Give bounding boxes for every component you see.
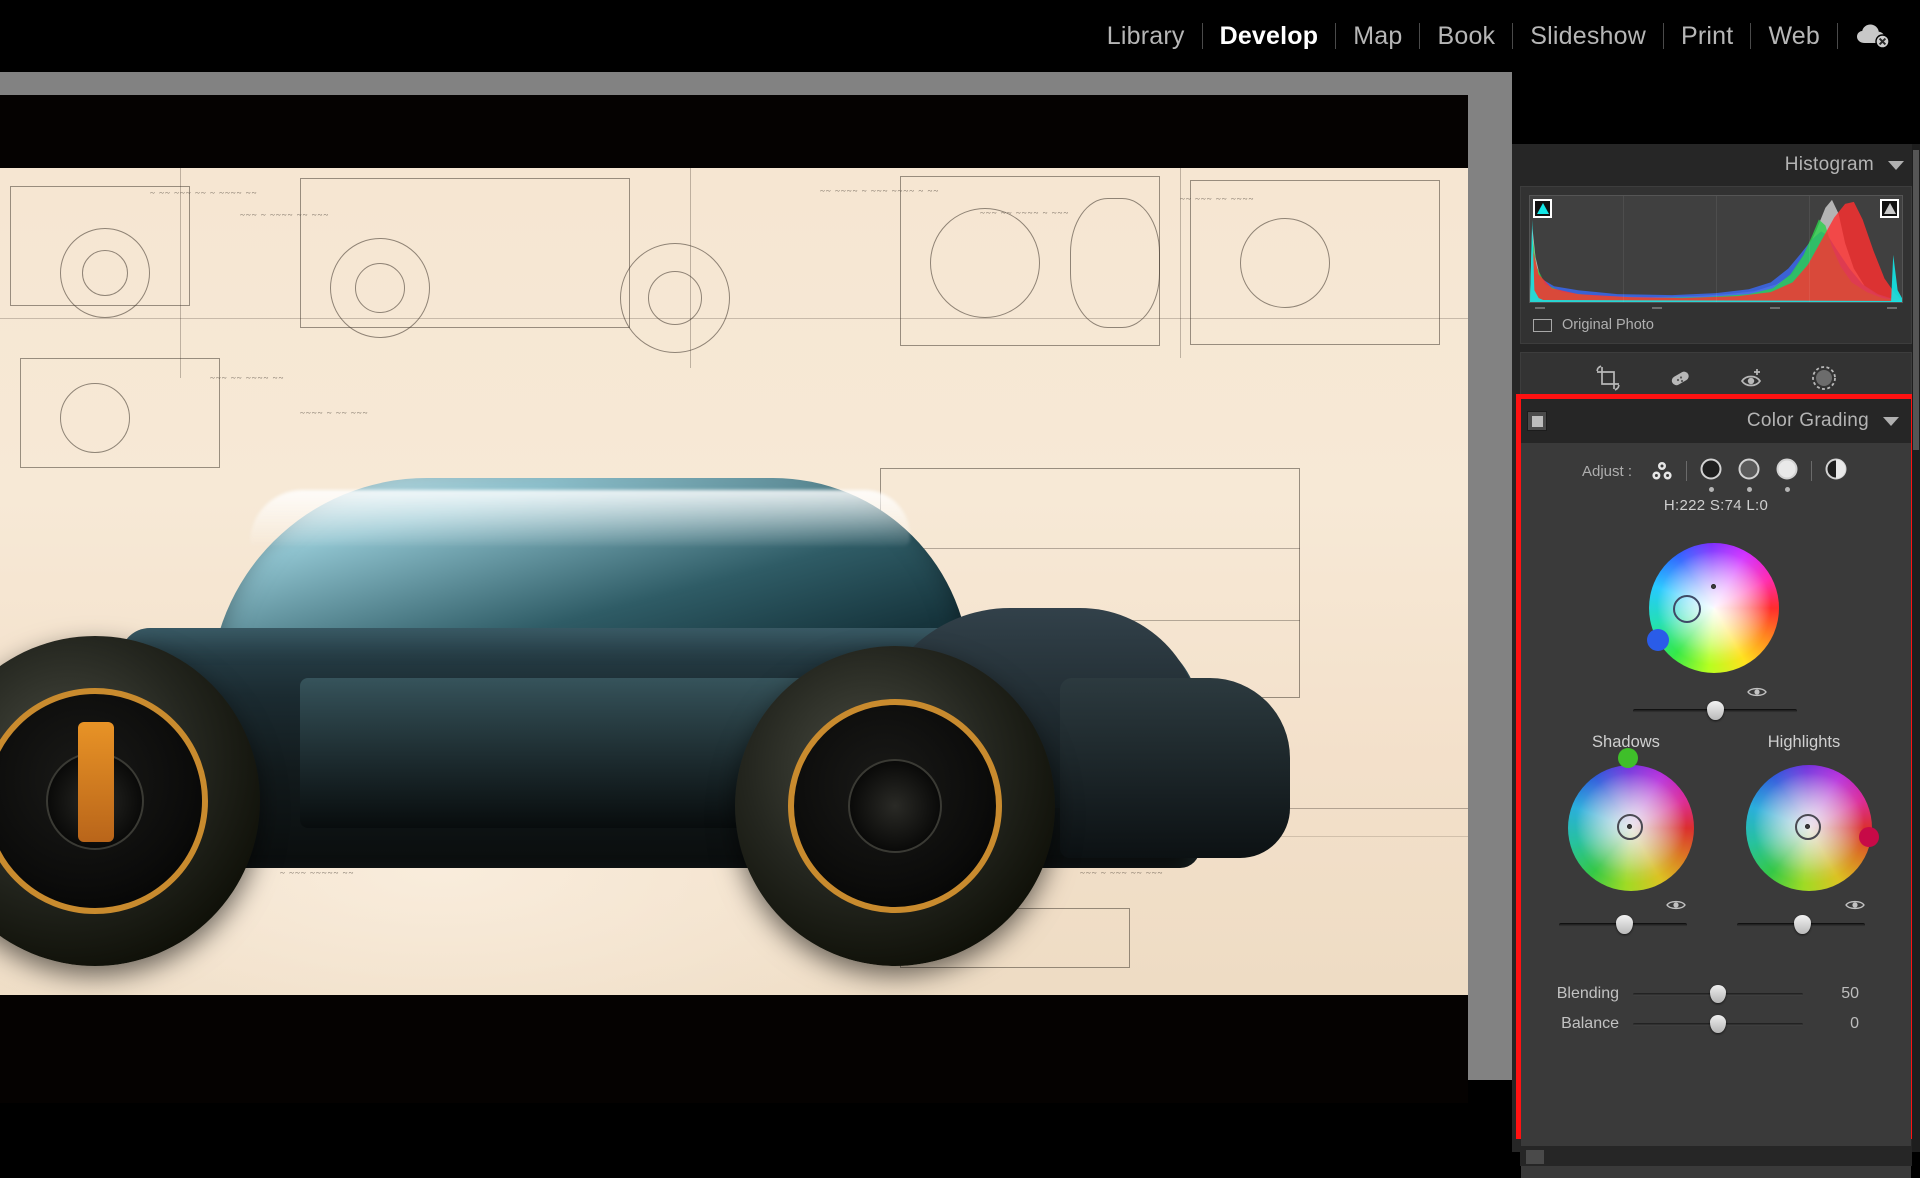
module-map[interactable]: Map xyxy=(1336,20,1419,52)
histogram-ticks xyxy=(1529,303,1903,311)
color-grading-panel-header[interactable]: Color Grading xyxy=(1521,399,1911,443)
balance-slider-knob[interactable] xyxy=(1710,1015,1726,1033)
red-eye-correction-tool[interactable] xyxy=(1737,363,1767,393)
photo-frame[interactable]: ~ ~~ ~~~ ~~ ~ ~~~~ ~~ ~~~ ~ ~~~~ ~~ ~~~ … xyxy=(0,95,1468,1103)
module-book[interactable]: Book xyxy=(1420,20,1512,52)
shadows-mode[interactable] xyxy=(1697,457,1725,492)
midtones-wheel-center xyxy=(1711,584,1716,589)
color-grading-panel-body: Adjust : H:222 S:74 L:0 Shadows Highligh… xyxy=(1521,443,1911,1178)
shadows-wheel-center xyxy=(1627,824,1632,829)
next-panel-switch[interactable] xyxy=(1526,1150,1544,1164)
next-panel-header[interactable] xyxy=(1520,1146,1912,1166)
work-area: ~ ~~ ~~~ ~~ ~ ~~~~ ~~ ~~~ ~ ~~~~ ~~ ~~~ … xyxy=(0,72,1920,1178)
mode-indicator-dot xyxy=(1784,487,1790,492)
histogram-chart[interactable] xyxy=(1529,195,1903,303)
shadows-luminance-knob[interactable] xyxy=(1616,915,1633,934)
chevron-down-icon[interactable] xyxy=(1888,160,1904,170)
histogram-tick xyxy=(1769,307,1780,309)
original-photo-label: Original Photo xyxy=(1562,317,1654,333)
blending-slider-row: Blending 50 xyxy=(1521,979,1911,1009)
histogram-tick xyxy=(1652,307,1663,309)
crop-overlay-tool[interactable] xyxy=(1593,363,1623,393)
midtones-luminance-knob[interactable] xyxy=(1707,701,1724,720)
histogram-tick xyxy=(1886,307,1897,309)
histogram-panel-body: Original Photo xyxy=(1520,186,1912,344)
color-grading-panel: Color Grading Adjust : H:222 S:74 L:0 Sh… xyxy=(1516,394,1916,1178)
mode-divider xyxy=(1811,461,1813,481)
right-panel: Histogram Original Photo Color Grading A… xyxy=(1512,144,1920,1178)
histogram-title: Histogram xyxy=(1784,154,1874,175)
module-develop[interactable]: Develop xyxy=(1203,20,1336,52)
hsl-readout: H:222 S:74 L:0 xyxy=(1663,497,1769,514)
rectangle-icon xyxy=(1533,318,1552,332)
letterbox-top xyxy=(0,95,1468,168)
panel-scrollbar[interactable] xyxy=(1912,144,1920,1152)
balance-slider[interactable] xyxy=(1633,1014,1803,1034)
balance-slider-row: Balance 0 xyxy=(1521,1009,1911,1039)
blending-label: Blending xyxy=(1556,985,1619,1002)
module-nav: Library Develop Map Book Slideshow Print… xyxy=(1090,20,1920,52)
balance-value[interactable]: 0 xyxy=(1803,1015,1873,1033)
concept-car-blueprint-artwork[interactable]: ~ ~~ ~~~ ~~ ~ ~~~~ ~~ ~~~ ~ ~~~~ ~~ ~~~ … xyxy=(0,168,1468,995)
shadows-wheel-handle[interactable] xyxy=(1618,748,1638,768)
blending-value[interactable]: 50 xyxy=(1803,985,1873,1003)
letterbox-bottom xyxy=(0,995,1468,1103)
midtones-color-wheel[interactable] xyxy=(1649,543,1779,673)
midtones-visibility-eye-icon[interactable] xyxy=(1747,685,1767,699)
midtones-mode[interactable] xyxy=(1735,457,1763,492)
mode-indicator-dot xyxy=(1708,487,1714,492)
all-wheels-mode[interactable] xyxy=(1648,457,1676,485)
highlight-clipping-indicator[interactable] xyxy=(1880,199,1899,218)
masking-tool[interactable] xyxy=(1809,363,1839,393)
color-grading-title: Color Grading xyxy=(1746,410,1869,431)
car-illustration xyxy=(0,378,1330,966)
panel-scrollbar-thumb[interactable] xyxy=(1913,150,1919,450)
shadow-clipping-indicator[interactable] xyxy=(1533,199,1552,218)
mode-indicator-dot xyxy=(1746,487,1752,492)
histogram-tick xyxy=(1535,307,1545,309)
highlights-visibility-eye-icon[interactable] xyxy=(1845,898,1865,912)
blending-slider-knob[interactable] xyxy=(1710,985,1726,1003)
original-photo-row[interactable]: Original Photo xyxy=(1529,311,1903,337)
highlights-luminance-knob[interactable] xyxy=(1794,915,1811,934)
top-module-bar: Library Develop Map Book Slideshow Print… xyxy=(0,0,1920,72)
shadows-visibility-eye-icon[interactable] xyxy=(1666,898,1686,912)
blending-slider[interactable] xyxy=(1633,984,1803,1004)
adjust-mode-row: Adjust : xyxy=(1521,443,1911,492)
midtones-wheel-handle[interactable] xyxy=(1647,629,1669,651)
global-mode[interactable] xyxy=(1822,457,1850,485)
spot-removal-tool[interactable] xyxy=(1665,363,1695,393)
cloud-sync-icon[interactable] xyxy=(1838,23,1904,49)
module-library[interactable]: Library xyxy=(1090,20,1202,52)
histogram-panel-header[interactable]: Histogram xyxy=(1512,144,1920,186)
mode-divider xyxy=(1686,461,1688,481)
highlights-mode[interactable] xyxy=(1773,457,1801,492)
module-print[interactable]: Print xyxy=(1664,20,1750,52)
highlights-wheel-handle[interactable] xyxy=(1859,827,1879,847)
adjust-label: Adjust : xyxy=(1581,462,1633,480)
panel-enable-switch[interactable] xyxy=(1527,411,1547,431)
highlights-label: Highlights xyxy=(1767,733,1841,751)
module-slideshow[interactable]: Slideshow xyxy=(1513,20,1663,52)
balance-label: Balance xyxy=(1561,1015,1619,1032)
module-web[interactable]: Web xyxy=(1751,20,1837,52)
midtones-wheel-ring[interactable] xyxy=(1673,595,1701,623)
chevron-down-icon[interactable] xyxy=(1883,416,1899,426)
highlights-wheel-center xyxy=(1805,824,1810,829)
